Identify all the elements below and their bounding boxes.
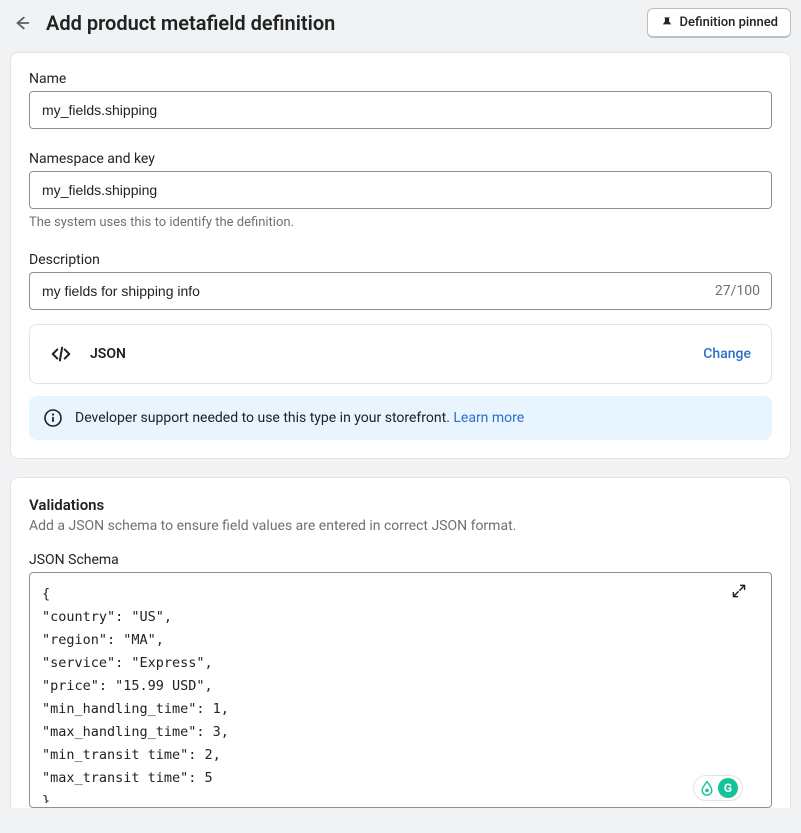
change-type-link[interactable]: Change bbox=[703, 346, 751, 362]
json-schema-input[interactable] bbox=[30, 573, 771, 803]
grammarly-icon[interactable]: G bbox=[718, 778, 738, 798]
expand-button[interactable] bbox=[731, 583, 747, 599]
code-icon bbox=[50, 343, 72, 365]
description-field-group: Description 27/100 bbox=[29, 252, 772, 310]
validations-card: Validations Add a JSON schema to ensure … bbox=[10, 477, 791, 808]
back-button[interactable] bbox=[10, 11, 34, 35]
banner-text: Developer support needed to use this typ… bbox=[75, 410, 453, 426]
json-schema-label: JSON Schema bbox=[29, 552, 772, 568]
pinned-label: Definition pinned bbox=[680, 15, 778, 30]
validations-heading: Validations bbox=[29, 496, 772, 514]
arrow-left-icon bbox=[13, 14, 31, 32]
developer-support-banner: Developer support needed to use this typ… bbox=[29, 396, 772, 440]
field-type-row: JSON Change bbox=[29, 324, 772, 384]
description-input[interactable] bbox=[29, 272, 772, 310]
name-field-group: Name bbox=[29, 71, 772, 129]
banner-content: Developer support needed to use this typ… bbox=[75, 410, 524, 426]
page-header-left: Add product metafield definition bbox=[10, 11, 335, 35]
name-label: Name bbox=[29, 71, 772, 87]
pin-icon bbox=[660, 16, 674, 30]
json-schema-wrap: G bbox=[29, 572, 772, 808]
learn-more-link[interactable]: Learn more bbox=[453, 410, 524, 426]
field-type-name: JSON bbox=[90, 346, 126, 362]
validations-subtext: Add a JSON schema to ensure field values… bbox=[29, 518, 772, 534]
description-label: Description bbox=[29, 252, 772, 268]
info-icon bbox=[43, 408, 63, 428]
page-title: Add product metafield definition bbox=[46, 11, 335, 35]
name-input[interactable] bbox=[29, 91, 772, 129]
definition-form-card: Name Namespace and key The system uses t… bbox=[10, 52, 791, 459]
expand-icon bbox=[731, 583, 747, 599]
extension-badges: G bbox=[693, 775, 743, 801]
namespace-field-group: Namespace and key The system uses this t… bbox=[29, 151, 772, 230]
namespace-label: Namespace and key bbox=[29, 151, 772, 167]
definition-pinned-button[interactable]: Definition pinned bbox=[647, 8, 791, 38]
extension-drop-icon[interactable] bbox=[698, 779, 716, 797]
namespace-input[interactable] bbox=[29, 171, 772, 209]
namespace-help-text: The system uses this to identify the def… bbox=[29, 215, 772, 230]
page-header: Add product metafield definition Definit… bbox=[0, 0, 801, 52]
